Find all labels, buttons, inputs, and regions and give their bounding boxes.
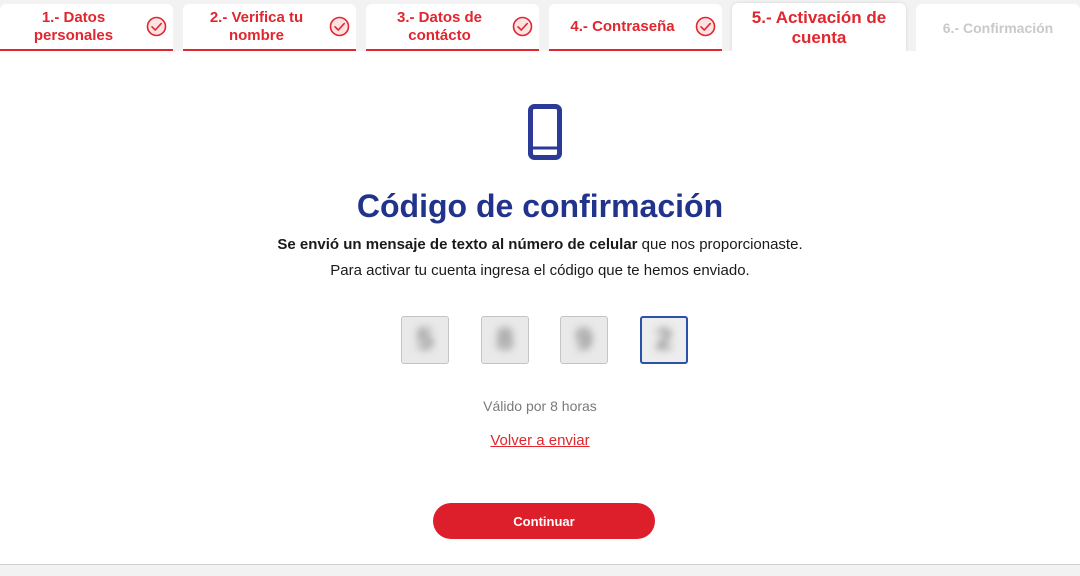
steps-bar: 1.- Datos personales 2.- Verifica tu nom… (0, 0, 1080, 52)
check-circle-icon (329, 16, 350, 37)
code-digit: 8 (496, 323, 514, 356)
step-label: 5.- Activación de cuenta (751, 7, 887, 47)
step-contrasena[interactable]: 4.- Contraseña (549, 4, 722, 51)
code-input-3[interactable]: 9 (560, 316, 608, 364)
description-line-2: Para activar tu cuenta ingresa el código… (330, 262, 750, 279)
step-datos-contacto[interactable]: 3.- Datos de contácto (366, 4, 539, 51)
code-input-2[interactable]: 8 (481, 316, 529, 364)
step-verifica-nombre[interactable]: 2.- Verifica tu nombre (183, 4, 356, 51)
step-activacion-cuenta[interactable]: 5.- Activación de cuenta (732, 3, 906, 52)
smartphone-icon (528, 104, 562, 160)
check-circle-icon (146, 16, 167, 37)
code-digit: 5 (416, 323, 434, 356)
step-label: 1.- Datos personales (33, 8, 114, 44)
check-circle-icon (512, 16, 533, 37)
code-digit: 2 (655, 323, 673, 356)
code-digit: 9 (575, 323, 593, 356)
validity-text: Válido por 8 horas (483, 398, 597, 414)
description-rest: que nos proporcionaste. (637, 236, 803, 253)
step-label: 3.- Datos de contácto (396, 8, 483, 44)
description-bold: Se envió un mensaje de texto al número d… (277, 236, 638, 253)
description-line-1: Se envió un mensaje de texto al número d… (0, 235, 1080, 255)
step-label: 6.- Confirmación (942, 19, 1054, 36)
code-input-4[interactable]: 2 (640, 316, 688, 364)
resend-link[interactable]: Volver a enviar (490, 432, 589, 449)
continue-button[interactable]: Continuar (433, 503, 655, 539)
step-label: 4.- Contraseña (570, 17, 675, 35)
step-label: 2.- Verifica tu nombre (209, 8, 304, 44)
check-circle-icon (695, 16, 716, 37)
page-title: Código de confirmación (356, 188, 724, 224)
step-confirmacion: 6.- Confirmación (916, 4, 1080, 51)
code-input-1[interactable]: 5 (401, 316, 449, 364)
resend-container: Volver a enviar (0, 432, 1080, 450)
step-datos-personales[interactable]: 1.- Datos personales (0, 4, 173, 51)
